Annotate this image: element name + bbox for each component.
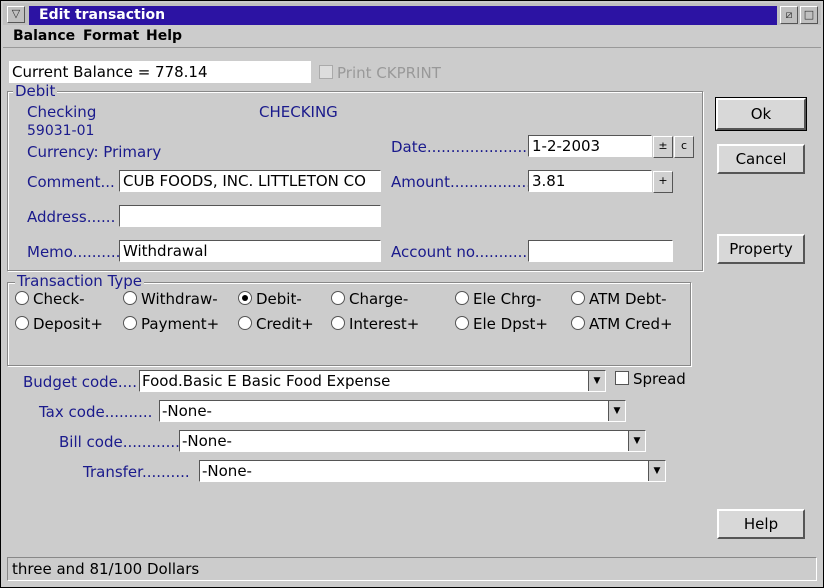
radio-label: Withdraw- — [141, 290, 218, 308]
budget-code-value: Food.Basic E Basic Food Expense — [142, 372, 391, 390]
minimize-icon[interactable]: ⧄ — [780, 6, 798, 24]
status-bar: three and 81/100 Dollars — [7, 557, 817, 581]
radio-atm-cred[interactable]: ATM Cred+ — [571, 315, 673, 333]
memo-label: Memo.......... — [27, 243, 121, 261]
window-title: Edit transaction — [29, 6, 777, 25]
comment-input[interactable]: CUB FOODS, INC. LITTLETON CO — [119, 170, 381, 192]
chevron-down-icon[interactable]: ▼ — [628, 431, 645, 451]
account-number: 59031-01 — [27, 123, 95, 139]
transaction-type-label: Transaction Type — [15, 272, 145, 290]
radio-dot — [455, 291, 469, 305]
address-label: Address...... — [27, 208, 116, 226]
account-name: Checking — [27, 103, 97, 121]
radio-dot — [455, 316, 469, 330]
chevron-down-icon[interactable]: ▼ — [588, 371, 605, 391]
radio-dot — [571, 291, 585, 305]
amount-input[interactable]: 3.81 — [528, 170, 652, 192]
radio-atm-debt[interactable]: ATM Debt- — [571, 290, 667, 308]
memo-input[interactable]: Withdrawal — [119, 240, 381, 262]
radio-dot — [15, 291, 29, 305]
spread-box — [615, 371, 629, 385]
date-c-button[interactable]: c — [674, 136, 694, 158]
chevron-down-icon[interactable]: ▼ — [608, 401, 625, 421]
cancel-button[interactable]: Cancel — [717, 144, 805, 174]
current-balance-display: Current Balance = 778.14 — [9, 61, 311, 83]
transfer-label: Transfer.......... — [83, 463, 190, 481]
account-type: CHECKING — [259, 103, 338, 121]
radio-deposit[interactable]: Deposit+ — [15, 315, 103, 333]
radio-check[interactable]: Check- — [15, 290, 85, 308]
radio-dot — [238, 316, 252, 330]
print-ckprint-label: Print CKPRINT — [337, 64, 441, 82]
budget-code-label: Budget code.... — [23, 373, 137, 391]
tax-code-value: -None- — [162, 402, 212, 420]
radio-charge[interactable]: Charge- — [331, 290, 408, 308]
amount-plus-button[interactable]: + — [653, 171, 673, 193]
radio-label: Deposit+ — [33, 315, 103, 333]
menu-help[interactable]: Help — [146, 28, 182, 44]
debit-group-label: Debit — [13, 82, 58, 100]
amount-label: Amount.................. — [391, 173, 536, 191]
tax-code-label: Tax code.......... — [39, 403, 153, 421]
spread-label: Spread — [633, 370, 686, 388]
system-menu-icon[interactable]: ▽ — [7, 6, 25, 23]
menu-balance[interactable]: Balance — [13, 28, 75, 44]
radio-label: ATM Cred+ — [589, 315, 673, 333]
radio-credit[interactable]: Credit+ — [238, 315, 314, 333]
radio-label: Ele Chrg- — [473, 290, 542, 308]
menu-bar: Balance Format Help — [3, 25, 821, 48]
print-ckprint-checkbox[interactable]: Print CKPRINT — [319, 64, 441, 82]
tax-code-combo[interactable]: -None- ▼ — [159, 400, 626, 422]
date-label: Date......................... — [391, 138, 547, 156]
transfer-combo[interactable]: -None- ▼ — [199, 460, 666, 482]
radio-label: Debit- — [256, 290, 302, 308]
print-ckprint-box — [319, 65, 333, 79]
transfer-value: -None- — [202, 462, 252, 480]
date-spin-icon[interactable]: ± — [653, 136, 673, 158]
spread-checkbox[interactable]: Spread — [615, 370, 686, 388]
radio-label: Charge- — [349, 290, 409, 308]
account-no-label: Account no........... — [391, 243, 528, 261]
radio-debit[interactable]: Debit- — [238, 290, 302, 308]
radio-label: Check- — [33, 290, 85, 308]
address-input[interactable] — [119, 205, 381, 227]
account-no-input[interactable] — [528, 240, 673, 262]
radio-dot — [331, 291, 345, 305]
radio-label: Payment+ — [141, 315, 220, 333]
radio-interest[interactable]: Interest+ — [331, 315, 419, 333]
radio-label: ATM Debt- — [589, 290, 667, 308]
radio-label: Interest+ — [349, 315, 420, 333]
title-bar: ▽ Edit transaction ⧄ □ — [3, 3, 821, 25]
bill-code-label: Bill code............ — [59, 433, 180, 451]
radio-dot-selected — [238, 291, 252, 305]
radio-payment[interactable]: Payment+ — [123, 315, 219, 333]
radio-dot — [331, 316, 345, 330]
radio-label: Credit+ — [256, 315, 314, 333]
bill-code-combo[interactable]: -None- ▼ — [179, 430, 646, 452]
radio-ele-chrg[interactable]: Ele Chrg- — [455, 290, 541, 308]
radio-withdraw[interactable]: Withdraw- — [123, 290, 218, 308]
radio-dot — [571, 316, 585, 330]
edit-transaction-window: ▽ Edit transaction ⧄ □ Balance Format He… — [0, 0, 824, 588]
chevron-down-icon[interactable]: ▼ — [648, 461, 665, 481]
radio-ele-dpst[interactable]: Ele Dpst+ — [455, 315, 548, 333]
currency-label: Currency: Primary — [27, 143, 162, 161]
budget-code-combo[interactable]: Food.Basic E Basic Food Expense ▼ — [139, 370, 606, 392]
menu-format[interactable]: Format — [83, 28, 139, 44]
property-button[interactable]: Property — [717, 234, 805, 264]
bill-code-value: -None- — [182, 432, 232, 450]
date-input[interactable]: 1-2-2003 — [528, 135, 652, 157]
radio-dot — [15, 316, 29, 330]
radio-label: Ele Dpst+ — [473, 315, 548, 333]
maximize-icon[interactable]: □ — [800, 6, 818, 24]
help-button[interactable]: Help — [717, 509, 805, 539]
radio-dot — [123, 316, 137, 330]
comment-label: Comment... — [27, 173, 115, 191]
ok-button[interactable]: Ok — [715, 97, 807, 131]
radio-dot — [123, 291, 137, 305]
